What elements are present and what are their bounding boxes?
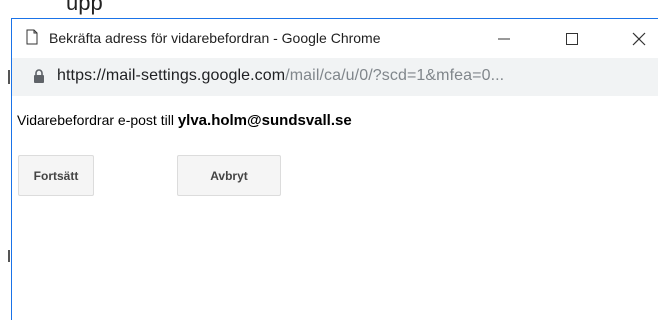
close-icon [632,32,646,45]
address-bar[interactable]: https://mail-settings.google.com/mail/ca… [12,58,658,96]
maximize-icon [566,32,578,45]
background-window: upp [0,0,658,18]
close-button[interactable] [616,19,658,58]
title-bar[interactable]: Bekräfta adress för vidarebefordran - Go… [12,19,658,58]
maximize-button[interactable] [549,19,595,58]
lock-icon [34,69,44,83]
page-content: Vidarebefordrar e-post till ylva.holm@su… [12,96,658,321]
url-text[interactable]: https://mail-settings.google.com/mail/ca… [57,67,504,85]
background-mark [8,250,10,262]
minimize-button[interactable] [481,19,527,58]
continue-button[interactable]: Fortsätt [18,155,94,196]
message-prefix: Vidarebefordrar e-post till [17,112,178,128]
chrome-popup-window: Bekräfta adress för vidarebefordran - Go… [11,18,658,321]
url-domain: https://mail-settings.google.com [57,67,286,84]
background-text: upp [66,0,103,15]
window-title: Bekräfta adress för vidarebefordran - Go… [49,30,381,46]
background-left-edge [0,18,11,320]
page-icon [26,29,38,45]
forwarding-email: ylva.holm@sundsvall.se [177,112,352,129]
forwarding-message: Vidarebefordrar e-post till ylva.holm@su… [17,112,352,129]
cancel-button[interactable]: Avbryt [177,155,281,196]
url-path: /mail/ca/u/0/?scd=1&mfea=0... [285,67,505,84]
minimize-icon [498,38,510,39]
background-mark [8,70,10,84]
